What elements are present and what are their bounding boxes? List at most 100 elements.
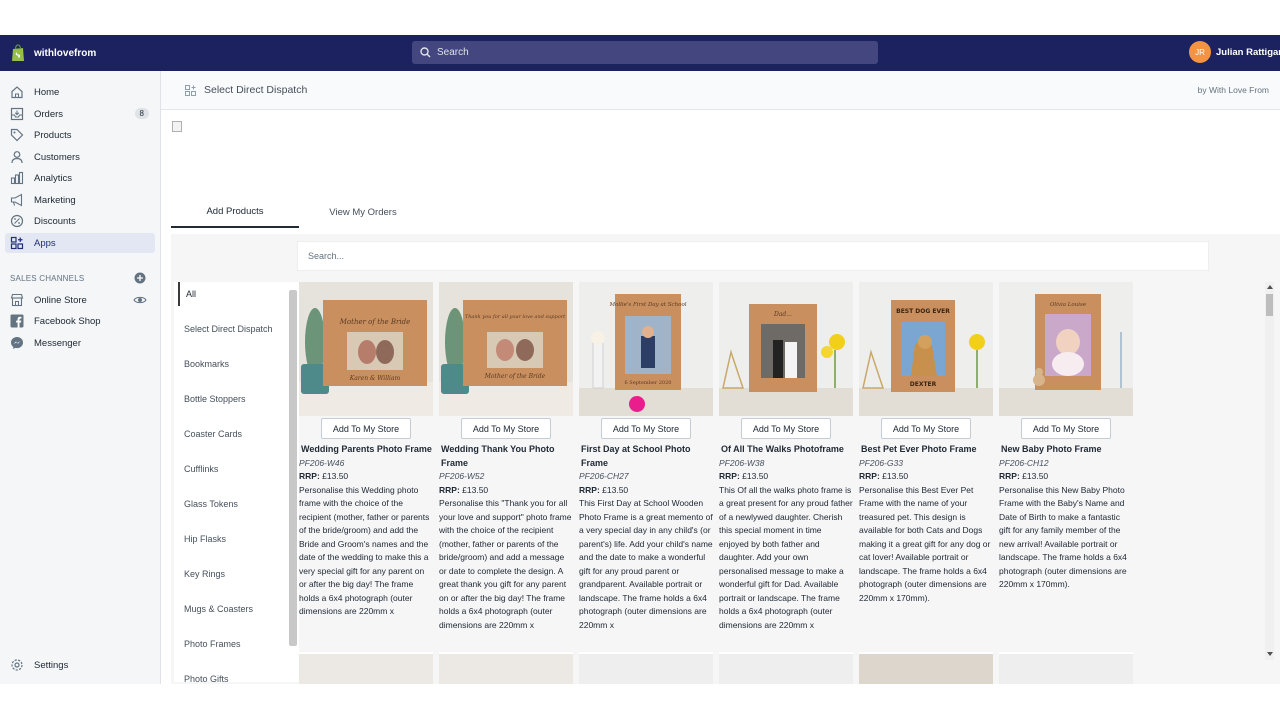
scroll-down-arrow-icon[interactable] xyxy=(1266,650,1274,658)
product-title[interactable]: First Day at School Photo Frame xyxy=(579,443,713,470)
add-to-store-button[interactable]: Add To My Store xyxy=(461,418,551,439)
product-sku: PF206-G33 xyxy=(859,457,903,468)
category-scrollbar[interactable] xyxy=(289,290,297,646)
category-cufflinks[interactable]: Cufflinks xyxy=(178,457,287,481)
product-title[interactable]: Best Pet Ever Photo Frame xyxy=(859,443,993,457)
sidebar-item-settings[interactable]: Settings xyxy=(5,655,155,675)
product-price: £13.50 xyxy=(462,484,489,495)
sidebar-item-online-store[interactable]: Online Store xyxy=(5,290,155,310)
product-image[interactable]: BEST DOG EVER DEXTER xyxy=(859,282,993,416)
tab-view-my-orders[interactable]: View My Orders xyxy=(299,197,427,228)
product-rrp: RRP: £13.50 xyxy=(859,470,993,484)
facebook-icon xyxy=(10,314,24,328)
sidebar-item-label: Apps xyxy=(34,237,56,249)
rrp-label: RRP: xyxy=(579,484,600,495)
add-to-store-button[interactable]: Add To My Store xyxy=(741,418,831,439)
category-all[interactable]: All xyxy=(178,282,287,306)
product-title[interactable]: Wedding Parents Photo Frame xyxy=(299,443,433,457)
category-coaster-cards[interactable]: Coaster Cards xyxy=(178,422,287,446)
product-details: Wedding Thank You Photo Frame PF206-W52 … xyxy=(439,443,573,641)
rrp-label: RRP: xyxy=(999,471,1020,481)
category-bottle-stoppers[interactable]: Bottle Stoppers xyxy=(178,387,287,411)
category-hip-flasks[interactable]: Hip Flasks xyxy=(178,527,287,551)
product-card-partial[interactable] xyxy=(579,652,713,684)
sidebar-item-apps[interactable]: Apps xyxy=(5,233,155,253)
product-image xyxy=(999,654,1133,684)
product-image[interactable]: Dad... xyxy=(719,282,853,416)
scrollbar-thumb[interactable] xyxy=(1266,294,1273,316)
product-card-partial[interactable] xyxy=(999,652,1133,684)
product-image xyxy=(859,654,993,684)
sidebar-item-facebook-shop[interactable]: Facebook Shop xyxy=(5,311,155,331)
frame-engraving: 6 September 2020 xyxy=(625,380,672,386)
add-to-store-button[interactable]: Add To My Store xyxy=(881,418,971,439)
sidebar-item-label: Settings xyxy=(34,659,69,671)
sidebar-item-marketing[interactable]: Marketing xyxy=(5,190,155,210)
product-rrp: RRP: £13.50 xyxy=(719,470,853,484)
product-card-partial[interactable] xyxy=(299,652,433,684)
add-channel-plus-icon[interactable] xyxy=(134,272,146,284)
product-image xyxy=(579,654,713,684)
product-image[interactable]: Mother of the Bride Karen & William xyxy=(299,282,433,416)
sidebar-item-home[interactable]: Home xyxy=(5,82,155,102)
product-card: Olivia Louise Add To My Store New Baby P… xyxy=(999,282,1133,642)
store-brand[interactable]: withlovefrom xyxy=(0,44,160,62)
home-icon xyxy=(11,86,23,99)
category-glass-tokens[interactable]: Glass Tokens xyxy=(178,492,287,516)
sidebar-item-orders[interactable]: Orders 8 xyxy=(5,104,155,124)
top-bar: withlovefrom Search JR Julian Rattigan xyxy=(0,35,1280,71)
apps-icon xyxy=(10,236,24,250)
messenger-icon xyxy=(11,337,23,349)
product-image[interactable]: Thank you for all your love and support … xyxy=(439,282,573,416)
rrp-label: RRP: xyxy=(439,484,460,495)
sidebar-item-products[interactable]: Products xyxy=(5,125,155,145)
product-image[interactable]: Mollie's First Day at School 6 September… xyxy=(579,282,713,416)
product-sku: PF206-W38 xyxy=(719,457,765,468)
frame-engraving: DEXTER xyxy=(910,381,937,388)
add-to-store-button[interactable]: Add To My Store xyxy=(321,418,411,439)
category-photo-frames[interactable]: Photo Frames xyxy=(178,632,287,656)
add-to-store-button[interactable]: Add To My Store xyxy=(1021,418,1111,439)
frame-engraving: Thank you for all your love and support xyxy=(465,314,566,320)
sidebar-item-discounts[interactable]: Discounts xyxy=(5,211,155,231)
global-search-input[interactable]: Search xyxy=(412,41,878,64)
user-menu[interactable]: JR Julian Rattigan xyxy=(1189,41,1280,63)
category-select-direct-dispatch[interactable]: Select Direct Dispatch xyxy=(178,317,287,341)
tab-add-products[interactable]: Add Products xyxy=(171,197,299,228)
product-details: Of All The Walks Photoframe PF206-W38 RR… xyxy=(719,443,853,641)
app-developer-link[interactable]: by With Love From xyxy=(1198,85,1269,95)
product-details: Best Pet Ever Photo Frame PF206-G33 RRP:… xyxy=(859,443,993,641)
product-card-partial[interactable] xyxy=(859,652,993,684)
product-description: Personalise this "Thank you for all your… xyxy=(439,498,572,630)
product-price: £13.50 xyxy=(322,471,349,481)
app-header: Select Direct Dispatch by With Love From xyxy=(161,71,1280,110)
scroll-up-arrow-icon[interactable] xyxy=(1266,283,1274,291)
product-card: Mother of the Bride Karen & William Add … xyxy=(299,282,433,642)
avatar: JR xyxy=(1189,41,1211,63)
product-image xyxy=(439,654,573,684)
eye-icon[interactable] xyxy=(133,293,147,307)
sidebar-item-label: Products xyxy=(34,129,72,141)
frame-engraving: BEST DOG EVER xyxy=(896,308,950,315)
sidebar-item-customers[interactable]: Customers xyxy=(5,147,155,167)
search-placeholder: Search xyxy=(437,47,469,58)
product-details: First Day at School Photo Frame PF206-CH… xyxy=(579,443,713,641)
page-scrollbar[interactable] xyxy=(1265,282,1274,660)
category-key-rings[interactable]: Key Rings xyxy=(178,562,287,586)
sidebar-item-analytics[interactable]: Analytics xyxy=(5,168,155,188)
user-name: Julian Rattigan xyxy=(1216,46,1280,58)
product-search-input[interactable]: Search... xyxy=(297,241,1209,271)
product-card-partial[interactable] xyxy=(439,652,573,684)
product-title[interactable]: Of All The Walks Photoframe xyxy=(719,443,853,457)
product-card: Dad... Add To My Store Of All The Walks … xyxy=(719,282,853,642)
category-photo-gifts[interactable]: Photo Gifts xyxy=(178,667,287,682)
product-image[interactable]: Olivia Louise xyxy=(999,282,1133,416)
sidebar-item-messenger[interactable]: Messenger xyxy=(5,333,155,353)
rrp-label: RRP: xyxy=(299,471,320,481)
category-bookmarks[interactable]: Bookmarks xyxy=(178,352,287,376)
category-mugs-coasters[interactable]: Mugs & Coasters xyxy=(178,597,287,621)
product-card-partial[interactable] xyxy=(719,652,853,684)
product-title[interactable]: Wedding Thank You Photo Frame xyxy=(439,443,573,470)
product-title[interactable]: New Baby Photo Frame xyxy=(999,443,1133,457)
add-to-store-button[interactable]: Add To My Store xyxy=(601,418,691,439)
